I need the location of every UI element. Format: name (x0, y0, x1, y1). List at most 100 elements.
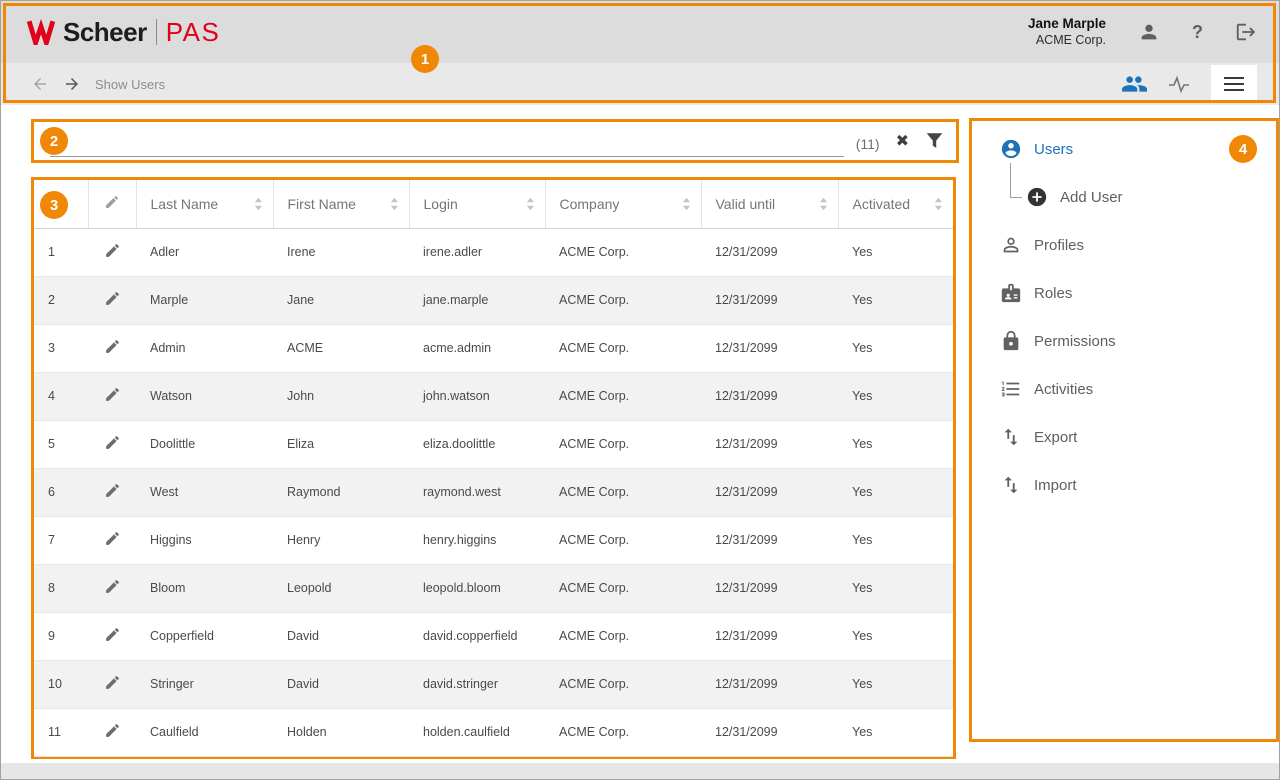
table-row: 10 Stringer David david.stringer ACME Co… (34, 660, 953, 708)
users-table: Last Name First Name Login Company Valid… (34, 180, 953, 757)
header-first-name[interactable]: First Name (273, 180, 409, 228)
sidebar-item-import[interactable]: Import (972, 461, 1276, 509)
cell-login: eliza.doolittle (409, 420, 545, 468)
account-button[interactable] (1138, 21, 1160, 43)
cell-activated: Yes (838, 420, 953, 468)
cell-last-name: Adler (136, 228, 273, 276)
cell-last-name: Admin (136, 324, 273, 372)
app-window: Scheer PAS Jane Marple ACME Corp. ? (0, 0, 1280, 780)
edit-user-button[interactable] (104, 530, 121, 550)
pencil-icon (104, 194, 120, 210)
logout-icon (1235, 21, 1257, 43)
nav-back-button[interactable] (31, 75, 49, 93)
activity-monitor-button[interactable] (1167, 75, 1191, 93)
sidebar-item-profiles[interactable]: Profiles (972, 221, 1276, 269)
result-count: (11) (856, 136, 880, 152)
row-number: 1 (34, 228, 88, 276)
cell-activated: Yes (838, 516, 953, 564)
cell-activated: Yes (838, 468, 953, 516)
filter-bar: (11) ✖ (31, 119, 959, 163)
brand-divider (156, 19, 157, 45)
sidebar-item-activities[interactable]: Activities (972, 365, 1276, 413)
cell-last-name: Marple (136, 276, 273, 324)
sort-icon (390, 197, 399, 211)
help-button[interactable]: ? (1192, 22, 1203, 43)
user-management-button[interactable] (1121, 73, 1147, 95)
clear-filter-button[interactable]: ✖ (896, 131, 909, 151)
sidebar-item-permissions[interactable]: Permissions (972, 317, 1276, 365)
nav-forward-button[interactable] (63, 75, 81, 93)
cell-company: ACME Corp. (545, 516, 701, 564)
cell-valid-until: 12/31/2099 (701, 468, 838, 516)
edit-user-button[interactable] (104, 338, 121, 358)
pencil-icon (104, 290, 121, 307)
sort-icon (819, 197, 828, 211)
user-circle-icon (1000, 138, 1022, 160)
cell-login: david.stringer (409, 660, 545, 708)
edit-user-button[interactable] (104, 674, 121, 694)
edit-user-button[interactable] (104, 722, 121, 742)
scheer-logo-icon (27, 19, 55, 45)
cell-company: ACME Corp. (545, 660, 701, 708)
header-activated[interactable]: Activated (838, 180, 953, 228)
cell-activated: Yes (838, 276, 953, 324)
edit-user-button[interactable] (104, 290, 121, 310)
edit-user-button[interactable] (104, 434, 121, 454)
row-number: 4 (34, 372, 88, 420)
cell-activated: Yes (838, 372, 953, 420)
edit-user-button[interactable] (104, 386, 121, 406)
cell-valid-until: 12/31/2099 (701, 708, 838, 756)
filter-button[interactable] (925, 132, 944, 150)
hamburger-icon (1224, 77, 1244, 79)
pencil-icon (104, 626, 121, 643)
current-user-info: Jane Marple ACME Corp. (1028, 16, 1106, 49)
edit-user-button[interactable] (104, 242, 121, 262)
logout-button[interactable] (1235, 21, 1257, 43)
cell-first-name: Henry (273, 516, 409, 564)
cell-valid-until: 12/31/2099 (701, 660, 838, 708)
top-header-bar: Scheer PAS Jane Marple ACME Corp. ? (1, 1, 1280, 63)
up-down-arrows-icon (1000, 474, 1022, 496)
sort-icon (934, 197, 943, 211)
header-login[interactable]: Login (409, 180, 545, 228)
cell-valid-until: 12/31/2099 (701, 276, 838, 324)
cell-valid-until: 12/31/2099 (701, 420, 838, 468)
cell-company: ACME Corp. (545, 564, 701, 612)
sidebar-item-roles[interactable]: Roles (972, 269, 1276, 317)
edit-user-button[interactable] (104, 578, 121, 598)
pencil-icon (104, 722, 121, 739)
scheer-pas-logo: Scheer PAS (27, 1, 220, 63)
cell-company: ACME Corp. (545, 708, 701, 756)
header-valid-until[interactable]: Valid until (701, 180, 838, 228)
cell-first-name: Jane (273, 276, 409, 324)
cell-company: ACME Corp. (545, 228, 701, 276)
table-row: 4 Watson John john.watson ACME Corp. 12/… (34, 372, 953, 420)
cell-last-name: Doolittle (136, 420, 273, 468)
pencil-icon (104, 530, 121, 547)
menu-button[interactable] (1211, 65, 1257, 103)
cell-login: holden.caulfield (409, 708, 545, 756)
current-user-company: ACME Corp. (1028, 33, 1106, 49)
cell-login: irene.adler (409, 228, 545, 276)
header-company[interactable]: Company (545, 180, 701, 228)
sidebar-item-export[interactable]: Export (972, 413, 1276, 461)
table-header-row: Last Name First Name Login Company Valid… (34, 180, 953, 228)
edit-user-button[interactable] (104, 626, 121, 646)
edit-user-button[interactable] (104, 482, 121, 502)
cell-first-name: David (273, 660, 409, 708)
table-row: 11 Caulfield Holden holden.caulfield ACM… (34, 708, 953, 756)
cell-company: ACME Corp. (545, 372, 701, 420)
cell-activated: Yes (838, 708, 953, 756)
cell-last-name: West (136, 468, 273, 516)
up-down-arrows-icon (1000, 426, 1022, 448)
table-row: 2 Marple Jane jane.marple ACME Corp. 12/… (34, 276, 953, 324)
filter-input[interactable] (50, 133, 844, 157)
cell-activated: Yes (838, 228, 953, 276)
pencil-icon (104, 578, 121, 595)
row-number: 10 (34, 660, 88, 708)
cell-company: ACME Corp. (545, 420, 701, 468)
cell-login: henry.higgins (409, 516, 545, 564)
pencil-icon (104, 242, 121, 259)
header-last-name[interactable]: Last Name (136, 180, 273, 228)
person-outline-icon (1000, 234, 1022, 256)
